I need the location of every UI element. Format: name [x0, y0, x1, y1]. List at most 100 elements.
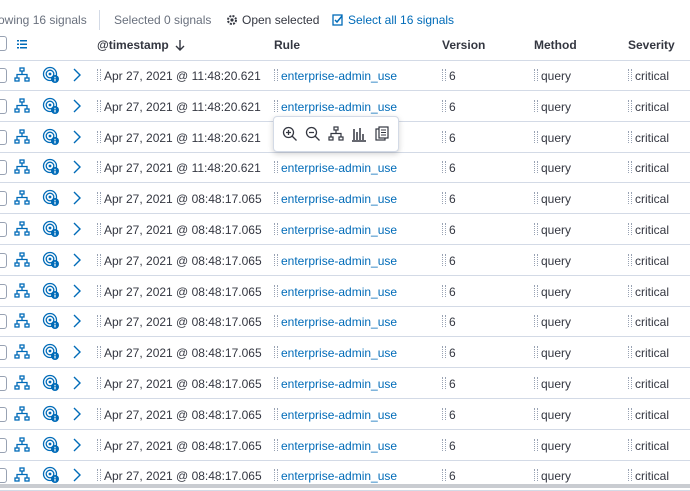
- chevron-right-icon[interactable]: [72, 438, 82, 452]
- row-checkbox[interactable]: [0, 283, 7, 299]
- horizontal-scrollbar[interactable]: [0, 484, 690, 488]
- drag-handle-icon[interactable]: [97, 284, 101, 297]
- drag-handle-icon[interactable]: [534, 284, 538, 297]
- investigate-tree-icon[interactable]: [14, 436, 30, 453]
- select-all-button[interactable]: Select all 16 signals: [332, 13, 454, 27]
- rule-cell[interactable]: enterprise-admin_use: [274, 377, 397, 391]
- column-header-version[interactable]: Version: [442, 38, 485, 52]
- version-cell[interactable]: 6: [442, 223, 456, 237]
- timestamp-cell[interactable]: Apr 27, 2021 @ 08:48:17.065: [97, 469, 262, 483]
- timestamp-cell[interactable]: Apr 27, 2021 @ 08:48:17.065: [97, 407, 262, 422]
- version-cell[interactable]: 6: [442, 130, 456, 145]
- investigate-tree-icon[interactable]: [14, 159, 30, 175]
- rule-link[interactable]: enterprise-admin_use: [281, 161, 397, 175]
- drag-handle-icon[interactable]: [442, 161, 446, 174]
- zoom-out-icon[interactable]: [305, 126, 321, 142]
- row-checkbox[interactable]: [0, 160, 7, 176]
- drag-handle-icon[interactable]: [274, 223, 278, 235]
- zoom-in-icon[interactable]: [282, 126, 298, 142]
- drag-handle-icon[interactable]: [534, 346, 538, 359]
- row-checkbox[interactable]: [0, 129, 7, 145]
- timestamp-cell[interactable]: Apr 27, 2021 @ 08:48:17.065: [97, 438, 262, 453]
- rule-cell[interactable]: enterprise-admin_use: [274, 253, 397, 268]
- drag-handle-icon[interactable]: [274, 315, 278, 328]
- row-checkbox[interactable]: [0, 406, 7, 422]
- investigate-tree-icon[interactable]: [14, 252, 30, 268]
- drag-handle-icon[interactable]: [97, 130, 101, 143]
- column-header-method[interactable]: Method: [534, 38, 577, 52]
- rule-cell[interactable]: enterprise-admin_use: [274, 192, 397, 206]
- chevron-right-icon[interactable]: [72, 99, 82, 113]
- severity-cell[interactable]: critical: [628, 377, 669, 391]
- open-selected-button[interactable]: Open selected: [226, 13, 319, 27]
- row-checkbox[interactable]: [0, 191, 7, 207]
- investigate-tree-icon[interactable]: [14, 98, 30, 114]
- analyze-event-icon[interactable]: [42, 405, 60, 423]
- analyze-event-icon[interactable]: [42, 343, 60, 361]
- timestamp-cell[interactable]: Apr 27, 2021 @ 11:48:20.621: [97, 161, 261, 175]
- rule-cell[interactable]: enterprise-admin_use: [274, 315, 397, 329]
- severity-cell[interactable]: critical: [628, 69, 669, 83]
- analyze-event-icon[interactable]: [42, 158, 60, 176]
- row-checkbox[interactable]: [0, 376, 7, 391]
- method-cell[interactable]: query: [534, 99, 571, 114]
- rule-cell[interactable]: enterprise-admin_use: [274, 346, 397, 360]
- investigate-tree-icon[interactable]: [14, 406, 30, 422]
- drag-handle-icon[interactable]: [628, 223, 632, 235]
- analyze-event-icon[interactable]: [42, 312, 60, 330]
- column-header-rule[interactable]: Rule: [274, 38, 300, 52]
- method-cell[interactable]: query: [534, 315, 571, 329]
- hierarchy-icon[interactable]: [328, 126, 344, 142]
- investigate-tree-icon[interactable]: [14, 313, 30, 329]
- severity-cell[interactable]: critical: [628, 223, 669, 237]
- drag-handle-icon[interactable]: [628, 284, 632, 297]
- version-cell[interactable]: 6: [442, 161, 456, 175]
- severity-cell[interactable]: critical: [628, 315, 669, 329]
- drag-handle-icon[interactable]: [274, 346, 278, 359]
- version-cell[interactable]: 6: [442, 253, 456, 268]
- column-header-timestamp[interactable]: @timestamp: [97, 38, 185, 52]
- method-cell[interactable]: query: [534, 346, 571, 360]
- method-cell[interactable]: query: [534, 438, 571, 453]
- drag-handle-icon[interactable]: [534, 130, 538, 143]
- chevron-right-icon[interactable]: [72, 130, 82, 144]
- chart-icon[interactable]: [351, 126, 367, 142]
- chevron-right-icon[interactable]: [72, 345, 82, 359]
- drag-handle-icon[interactable]: [274, 69, 278, 81]
- timestamp-cell[interactable]: Apr 27, 2021 @ 08:48:17.065: [97, 192, 262, 206]
- rule-link[interactable]: enterprise-admin_use: [281, 223, 397, 237]
- version-cell[interactable]: 6: [442, 377, 456, 391]
- analyze-event-icon[interactable]: [42, 220, 60, 238]
- drag-handle-icon[interactable]: [534, 99, 538, 112]
- drag-handle-icon[interactable]: [97, 438, 101, 451]
- rule-link[interactable]: enterprise-admin_use: [281, 408, 397, 422]
- drag-handle-icon[interactable]: [442, 377, 446, 389]
- drag-handle-icon[interactable]: [97, 69, 101, 81]
- drag-handle-icon[interactable]: [274, 284, 278, 297]
- column-header-severity[interactable]: Severity: [628, 38, 675, 52]
- drag-handle-icon[interactable]: [534, 469, 538, 482]
- copy-clipboard-icon[interactable]: [374, 126, 390, 142]
- timestamp-cell[interactable]: Apr 27, 2021 @ 11:48:20.621: [97, 130, 261, 145]
- drag-handle-icon[interactable]: [534, 253, 538, 266]
- investigate-tree-icon[interactable]: [14, 128, 30, 145]
- method-cell[interactable]: query: [534, 407, 571, 422]
- drag-handle-icon[interactable]: [442, 69, 446, 81]
- rule-link[interactable]: enterprise-admin_use: [281, 192, 397, 206]
- drag-handle-icon[interactable]: [442, 253, 446, 266]
- analyze-event-icon[interactable]: [42, 97, 60, 115]
- severity-cell[interactable]: critical: [628, 284, 669, 299]
- drag-handle-icon[interactable]: [97, 346, 101, 359]
- version-cell[interactable]: 6: [442, 438, 456, 453]
- version-cell[interactable]: 6: [442, 469, 456, 483]
- method-cell[interactable]: query: [534, 192, 571, 206]
- drag-handle-icon[interactable]: [274, 377, 278, 389]
- rule-link[interactable]: enterprise-admin_use: [281, 469, 397, 483]
- rule-link[interactable]: enterprise-admin_use: [281, 254, 397, 268]
- severity-cell[interactable]: critical: [628, 130, 669, 145]
- row-checkbox[interactable]: [0, 68, 7, 83]
- drag-handle-icon[interactable]: [628, 469, 632, 482]
- analyze-event-icon[interactable]: [42, 374, 60, 392]
- timestamp-cell[interactable]: Apr 27, 2021 @ 08:48:17.065: [97, 223, 262, 237]
- timestamp-cell[interactable]: Apr 27, 2021 @ 08:48:17.065: [97, 315, 262, 329]
